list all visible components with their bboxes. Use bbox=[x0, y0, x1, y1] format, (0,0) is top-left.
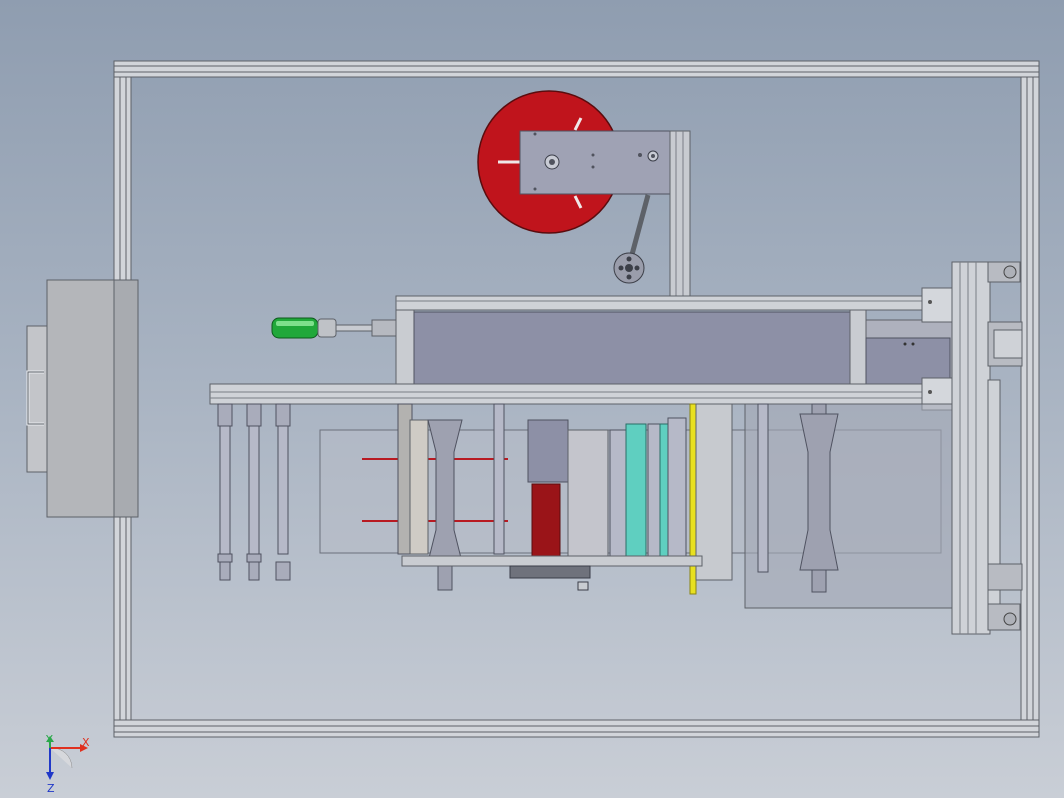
z-axis-label: Z bbox=[47, 782, 55, 795]
cad-drawing-viewport[interactable]: X Y Z bbox=[0, 0, 1064, 798]
x-axis-label: X bbox=[82, 736, 90, 749]
adjustment-handle bbox=[271, 317, 397, 339]
triad-axis-icon: X Y Z bbox=[45, 733, 90, 795]
side-door-panel bbox=[26, 279, 139, 518]
label-reel bbox=[477, 90, 691, 297]
right-column bbox=[951, 261, 1023, 635]
y-axis-label: Y bbox=[45, 733, 53, 746]
guide-rollers-left bbox=[217, 403, 291, 581]
upper-beam bbox=[395, 295, 953, 389]
